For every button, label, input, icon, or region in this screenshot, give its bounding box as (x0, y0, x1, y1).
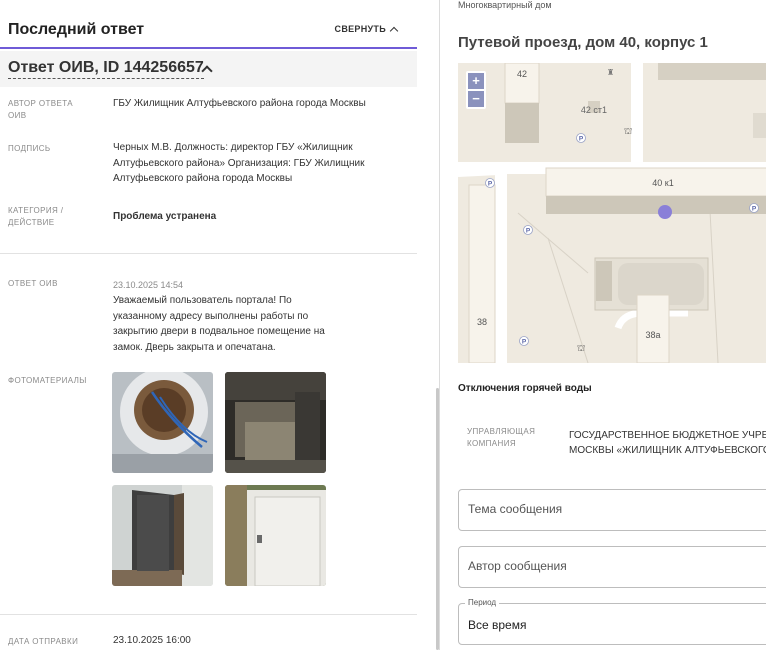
subject-field[interactable] (458, 489, 766, 531)
last-answer-panel: Последний ответ СВЕРНУТЬ Ответ ОИВ, ID 1… (0, 0, 417, 650)
signature-value: Черных М.В. Должность: директор ГБУ «Жил… (113, 142, 365, 184)
author-value: ГБУ Жилищник Алтуфьевского района города… (113, 98, 366, 109)
hot-water-title: Отключения горячей воды (458, 383, 592, 394)
category-value: Проблема устранена (113, 211, 217, 222)
parking-icon: P (579, 136, 584, 143)
management-company-label: Управляющая компания (467, 427, 536, 448)
answer-heading-bar[interactable]: Ответ ОИВ, ID 144256657 (0, 51, 417, 87)
photo-thumbnail-1[interactable] (112, 372, 213, 473)
management-company-line2: МОСКВЫ «ЖИЛИЩНИК АЛТУФЬЕВСКОГО РАЙОНА» (569, 445, 766, 456)
map-label-42-st1: 42 ст1 (581, 105, 607, 115)
tree-icon: ♜ (607, 68, 614, 77)
period-legend: Период (465, 598, 500, 607)
zoom-out-button[interactable]: − (468, 91, 484, 107)
parking-icon: P (522, 339, 527, 346)
author-label: Автор ответа ОИВ (8, 99, 73, 120)
answer-timestamp: 23.10.2025 14:54 (113, 280, 184, 290)
collapse-button[interactable]: СВЕРНУТЬ (334, 24, 399, 35)
map-label-38a: 38а (645, 330, 660, 340)
period-value[interactable]: Все время (468, 618, 526, 632)
collapse-label: СВЕРНУТЬ (334, 24, 386, 34)
management-company-line1: ГОСУДАРСТВЕННОЕ БЮДЖЕТНОЕ УЧРЕЖДЕНИЕ ГОР… (569, 430, 766, 441)
category-label: Категория / действие (8, 206, 64, 227)
photo-thumbnail-4[interactable] (225, 485, 326, 586)
section-divider (0, 614, 417, 615)
period-select[interactable]: Период Все время (458, 598, 766, 645)
section-divider (0, 253, 417, 254)
photos-label: Фотоматериалы (8, 376, 87, 385)
author-field[interactable] (458, 546, 766, 588)
map-marker-icon (658, 205, 672, 219)
parking-icon: P (526, 228, 531, 235)
answer-text: Уважаемый пользователь портала! По указа… (113, 295, 325, 353)
map-zoom-controls: + − (466, 71, 486, 109)
landmark-icon: ⛫ (624, 127, 632, 137)
building-address: Путевой проезд, дом 40, корпус 1 (458, 34, 708, 51)
send-date-label: Дата отправки (8, 637, 79, 646)
parking-icon: P (752, 206, 757, 213)
chevron-up-icon (389, 26, 399, 35)
answer-label: Ответ ОИВ (8, 279, 58, 288)
photo-thumbnail-3[interactable] (112, 485, 213, 586)
zoom-in-button[interactable]: + (468, 73, 484, 89)
photo-thumbnail-2[interactable] (225, 372, 326, 473)
management-company-value: ГОСУДАРСТВЕННОЕ БЮДЖЕТНОЕ УЧРЕЖДЕНИЕ ГОР… (569, 428, 766, 458)
scrollbar[interactable] (436, 388, 439, 650)
author-input[interactable] (468, 559, 758, 573)
map-label-42: 42 (517, 69, 527, 79)
landmark-icon: ⛫ (577, 344, 585, 354)
last-answer-title: Последний ответ (8, 21, 145, 38)
parking-icon: P (488, 181, 493, 188)
map-label-40-k1: 40 к1 (652, 178, 673, 188)
subject-input[interactable] (468, 502, 758, 516)
send-date-value: 23.10.2025 16:00 (113, 635, 191, 646)
answer-heading[interactable]: Ответ ОИВ, ID 144256657 (8, 59, 204, 79)
map-label-38: 38 (477, 317, 487, 327)
last-answer-header: Последний ответ СВЕРНУТЬ (0, 0, 417, 49)
building-map[interactable]: 42 42 ст1 40 к1 38 38а P P P P P ⛫ ⛫ ♜ + − (458, 63, 766, 363)
signature-label: Подпись (8, 144, 51, 153)
building-type: Многоквартирный дом (458, 0, 552, 10)
building-panel: Многоквартирный дом Путевой проезд, дом … (440, 0, 766, 650)
